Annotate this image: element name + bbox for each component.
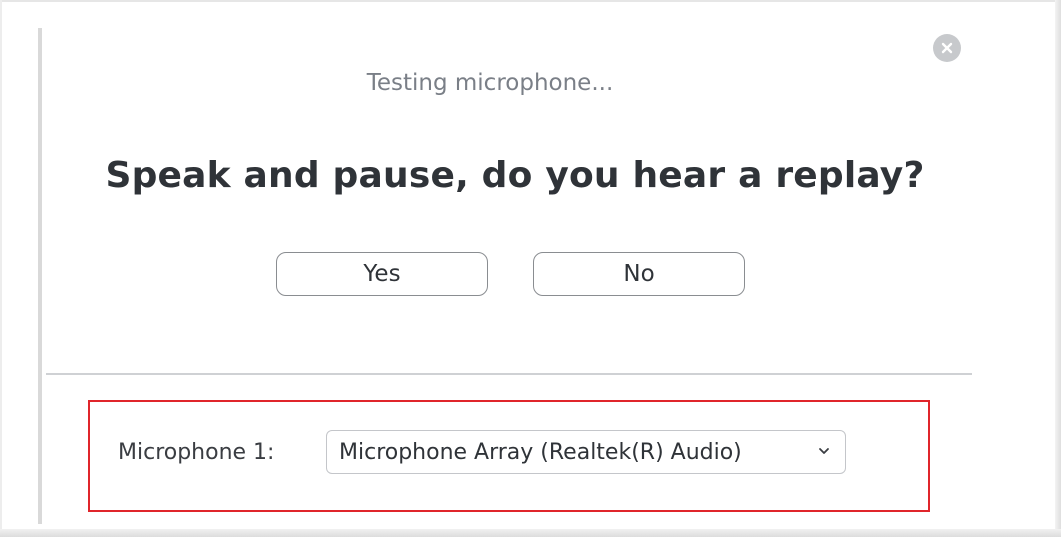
no-button[interactable]: No [533, 252, 745, 296]
microphone-label: Microphone 1: [118, 440, 275, 465]
dialog-question: Speak and pause, do you hear a replay? [105, 155, 925, 196]
microphone-select-value: Microphone Array (Realtek(R) Audio) [339, 439, 742, 465]
window-edge-bottom [0, 529, 1061, 537]
yes-button[interactable]: Yes [276, 252, 488, 296]
status-text: Testing microphone... [366, 70, 614, 96]
chevron-down-icon [819, 448, 829, 454]
close-icon [941, 42, 953, 54]
window-edge-right [1055, 0, 1061, 537]
close-button[interactable] [933, 34, 961, 62]
microphone-select[interactable]: Microphone Array (Realtek(R) Audio) [326, 430, 846, 474]
window-edge-top [0, 0, 1061, 2]
screenshot-stage: Testing microphone... Speak and pause, d… [0, 0, 1061, 537]
section-divider [46, 373, 972, 375]
no-button-label: No [623, 261, 655, 287]
yes-button-label: Yes [363, 261, 401, 287]
